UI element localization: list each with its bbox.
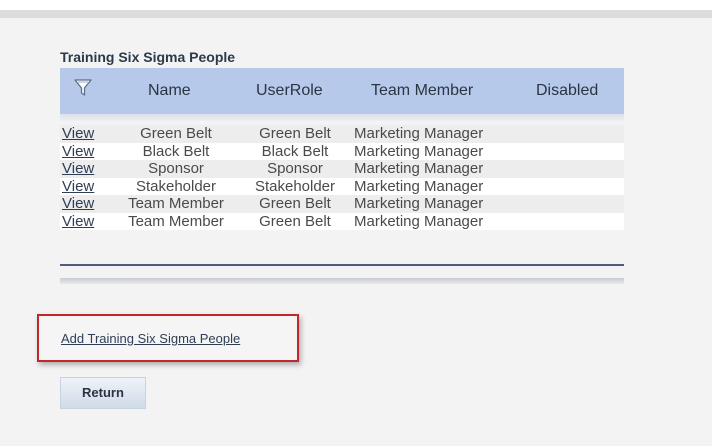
view-link[interactable]: View xyxy=(62,160,94,178)
cell-name: Team Member xyxy=(128,195,224,212)
grid-header: Name UserRole Team Member Disabled xyxy=(60,68,624,114)
top-divider-bar xyxy=(0,10,712,18)
top-strip xyxy=(0,0,712,10)
table-row: View Team Member Green Belt Marketing Ma… xyxy=(60,212,624,231)
column-header-userrole[interactable]: UserRole xyxy=(256,68,323,114)
cell-userrole: Black Belt xyxy=(261,142,329,160)
view-link[interactable]: View xyxy=(62,213,94,231)
cell-team-member: Marketing Manager xyxy=(354,195,484,212)
view-link[interactable]: View xyxy=(62,195,94,213)
grid-body: View Green Belt Green Belt Marketing Man… xyxy=(60,125,624,230)
table-row: View Black Belt Black Belt Marketing Man… xyxy=(60,142,624,161)
column-header-name[interactable]: Name xyxy=(148,68,191,114)
cell-userrole: Green Belt xyxy=(259,212,331,230)
cell-name: Stakeholder xyxy=(135,177,217,195)
cell-team-member: Marketing Manager xyxy=(354,212,484,230)
column-header-team-member[interactable]: Team Member xyxy=(371,68,473,114)
cell-userrole: Green Belt xyxy=(259,125,331,142)
cell-userrole: Stakeholder xyxy=(254,177,336,195)
cell-name: Sponsor xyxy=(148,160,204,177)
column-header-disabled[interactable]: Disabled xyxy=(536,68,598,114)
table-row: View Stakeholder Stakeholder Marketing M… xyxy=(60,177,624,196)
add-training-six-sigma-people-link[interactable]: Add Training Six Sigma People xyxy=(61,331,240,346)
cell-team-member: Marketing Manager xyxy=(354,125,484,142)
cell-name: Team Member xyxy=(128,212,224,230)
grid-footer-shade xyxy=(60,278,624,284)
table-row: View Sponsor Sponsor Marketing Manager xyxy=(60,160,624,178)
view-link[interactable]: View xyxy=(62,125,94,143)
cell-team-member: Marketing Manager xyxy=(354,160,484,177)
section-title: Training Six Sigma People xyxy=(60,49,236,65)
grid-bottom-border xyxy=(60,264,624,266)
add-link-highlight-box: Add Training Six Sigma People xyxy=(37,314,299,362)
cell-team-member: Marketing Manager xyxy=(354,177,484,195)
table-row: View Green Belt Green Belt Marketing Man… xyxy=(60,125,624,143)
return-button[interactable]: Return xyxy=(60,377,146,409)
filter-icon[interactable] xyxy=(73,77,93,99)
cell-name: Black Belt xyxy=(142,142,210,160)
view-link[interactable]: View xyxy=(62,143,94,161)
cell-userrole: Sponsor xyxy=(267,160,323,177)
grid-header-separator xyxy=(60,114,624,121)
cell-team-member: Marketing Manager xyxy=(354,142,484,160)
cell-userrole: Green Belt xyxy=(259,195,331,212)
view-link[interactable]: View xyxy=(62,178,94,196)
table-row: View Team Member Green Belt Marketing Ma… xyxy=(60,195,624,213)
cell-name: Green Belt xyxy=(140,125,212,142)
